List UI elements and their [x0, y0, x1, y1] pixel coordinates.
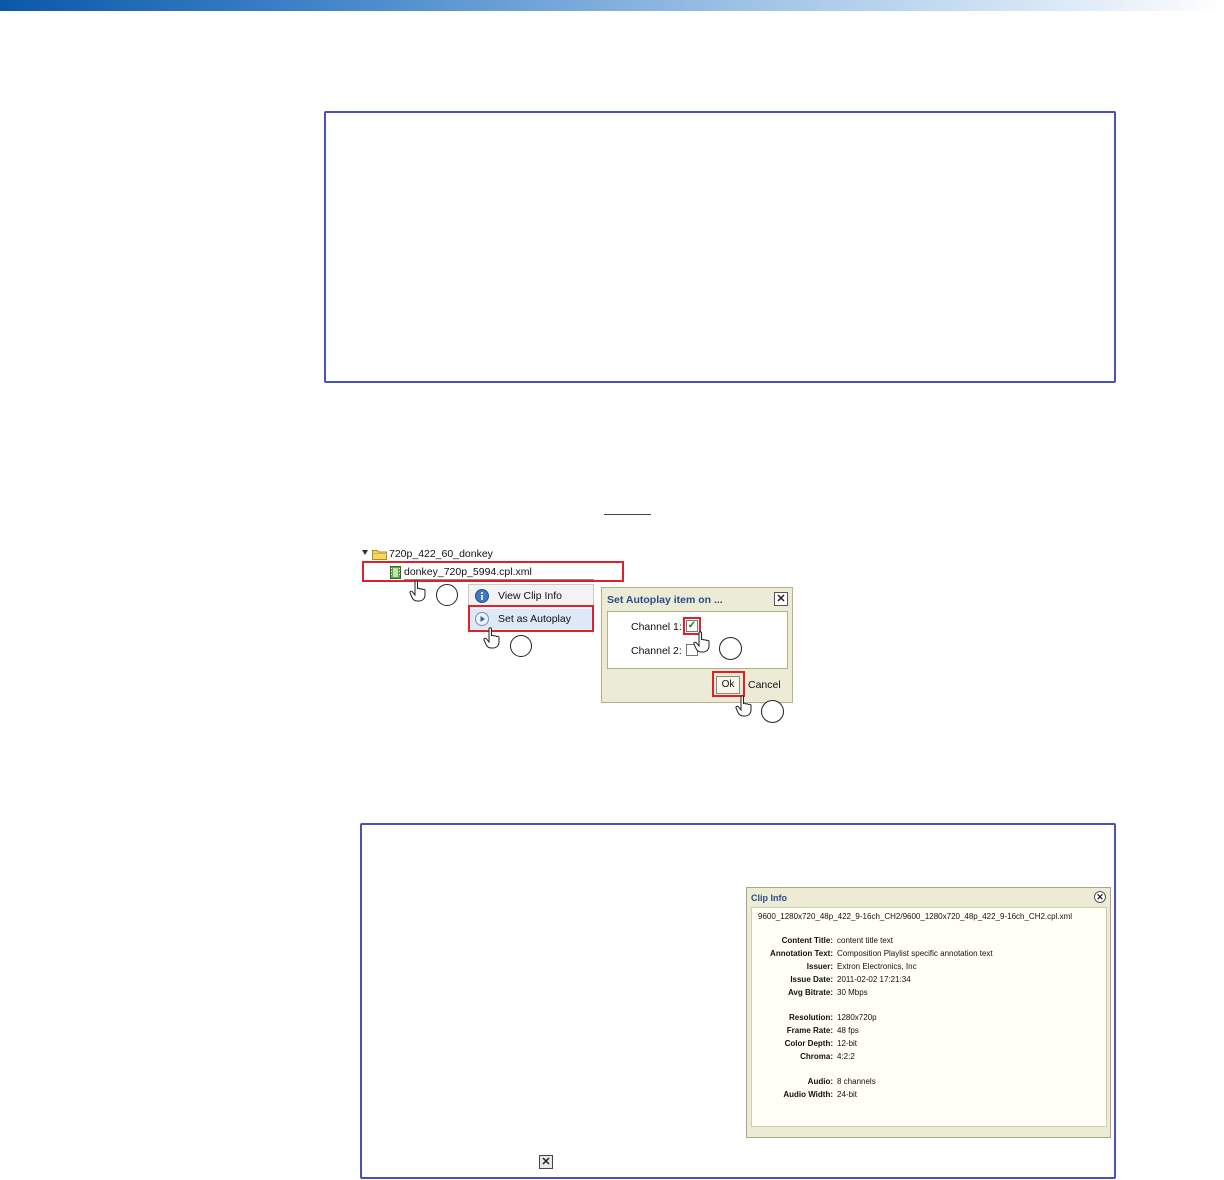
field-label: Annotation Text:	[770, 949, 833, 958]
dialog-close-button[interactable]: ✕	[774, 592, 788, 606]
clip-info-path: 9600_1280x720_48p_422_9-16ch_CH2/9600_12…	[758, 912, 1073, 921]
info-icon	[475, 589, 489, 603]
channel2-label: Channel 2:	[631, 645, 682, 657]
top-banner	[0, 0, 1224, 11]
folder-icon	[372, 547, 387, 560]
hand-cursor-icon	[735, 695, 753, 722]
film-icon	[390, 566, 401, 579]
field-value: Extron Electronics, Inc	[837, 962, 917, 971]
note-box-top	[324, 111, 1116, 383]
field-value: 4:2:2	[837, 1052, 855, 1061]
hand-cursor-icon	[483, 627, 501, 654]
underline-mark	[604, 514, 651, 515]
cancel-button[interactable]: Cancel	[748, 679, 781, 691]
menu-item-label: View Clip Info	[498, 590, 563, 602]
field-value: 12-bit	[837, 1039, 858, 1048]
field-value: Composition Playlist specific annotation…	[837, 949, 993, 958]
field-value: 30 Mbps	[837, 988, 868, 997]
step-marker-3	[719, 637, 742, 660]
field-label: Resolution:	[789, 1013, 833, 1022]
field-value: content title text	[837, 936, 894, 945]
folder-label[interactable]: 720p_422_60_donkey	[389, 548, 493, 560]
ok-highlight	[712, 671, 745, 697]
field-value: 8 channels	[837, 1077, 876, 1086]
file-label[interactable]: donkey_720p_5994.cpl.xml	[404, 566, 532, 578]
hand-cursor-icon	[409, 580, 427, 607]
hand-cursor-icon	[693, 631, 711, 658]
field-value: 2011-02-02 17:21:34	[837, 975, 911, 984]
channel1-label: Channel 1:	[631, 621, 682, 633]
dialog-title: Set Autoplay item on ...	[607, 594, 723, 606]
field-label: Avg Bitrate:	[787, 988, 833, 997]
field-label: Color Depth:	[784, 1039, 833, 1048]
step-marker-2	[510, 635, 532, 657]
field-label: Audio Width:	[783, 1090, 833, 1099]
field-label: Issuer:	[806, 962, 833, 971]
close-icon: ✕	[539, 1155, 553, 1169]
clip-info-close-button[interactable]: ✕	[1094, 891, 1106, 903]
field-label: Audio:	[807, 1077, 833, 1086]
field-label: Issue Date:	[790, 975, 833, 984]
field-value: 48 fps	[837, 1026, 859, 1035]
field-label: Chroma:	[800, 1052, 833, 1061]
step-marker-1	[436, 584, 458, 606]
field-value: 1280x720p	[837, 1013, 877, 1022]
step-marker-4	[761, 700, 784, 723]
expand-arrow-icon[interactable]	[362, 550, 368, 555]
clip-info-title: Clip Info	[751, 893, 787, 903]
field-label: Content Title:	[781, 936, 833, 945]
menu-item-view-clip-info[interactable]: View Clip Info	[469, 586, 593, 606]
file-underline	[404, 579, 594, 580]
field-value: 24-bit	[837, 1090, 858, 1099]
field-label: Frame Rate:	[786, 1026, 833, 1035]
